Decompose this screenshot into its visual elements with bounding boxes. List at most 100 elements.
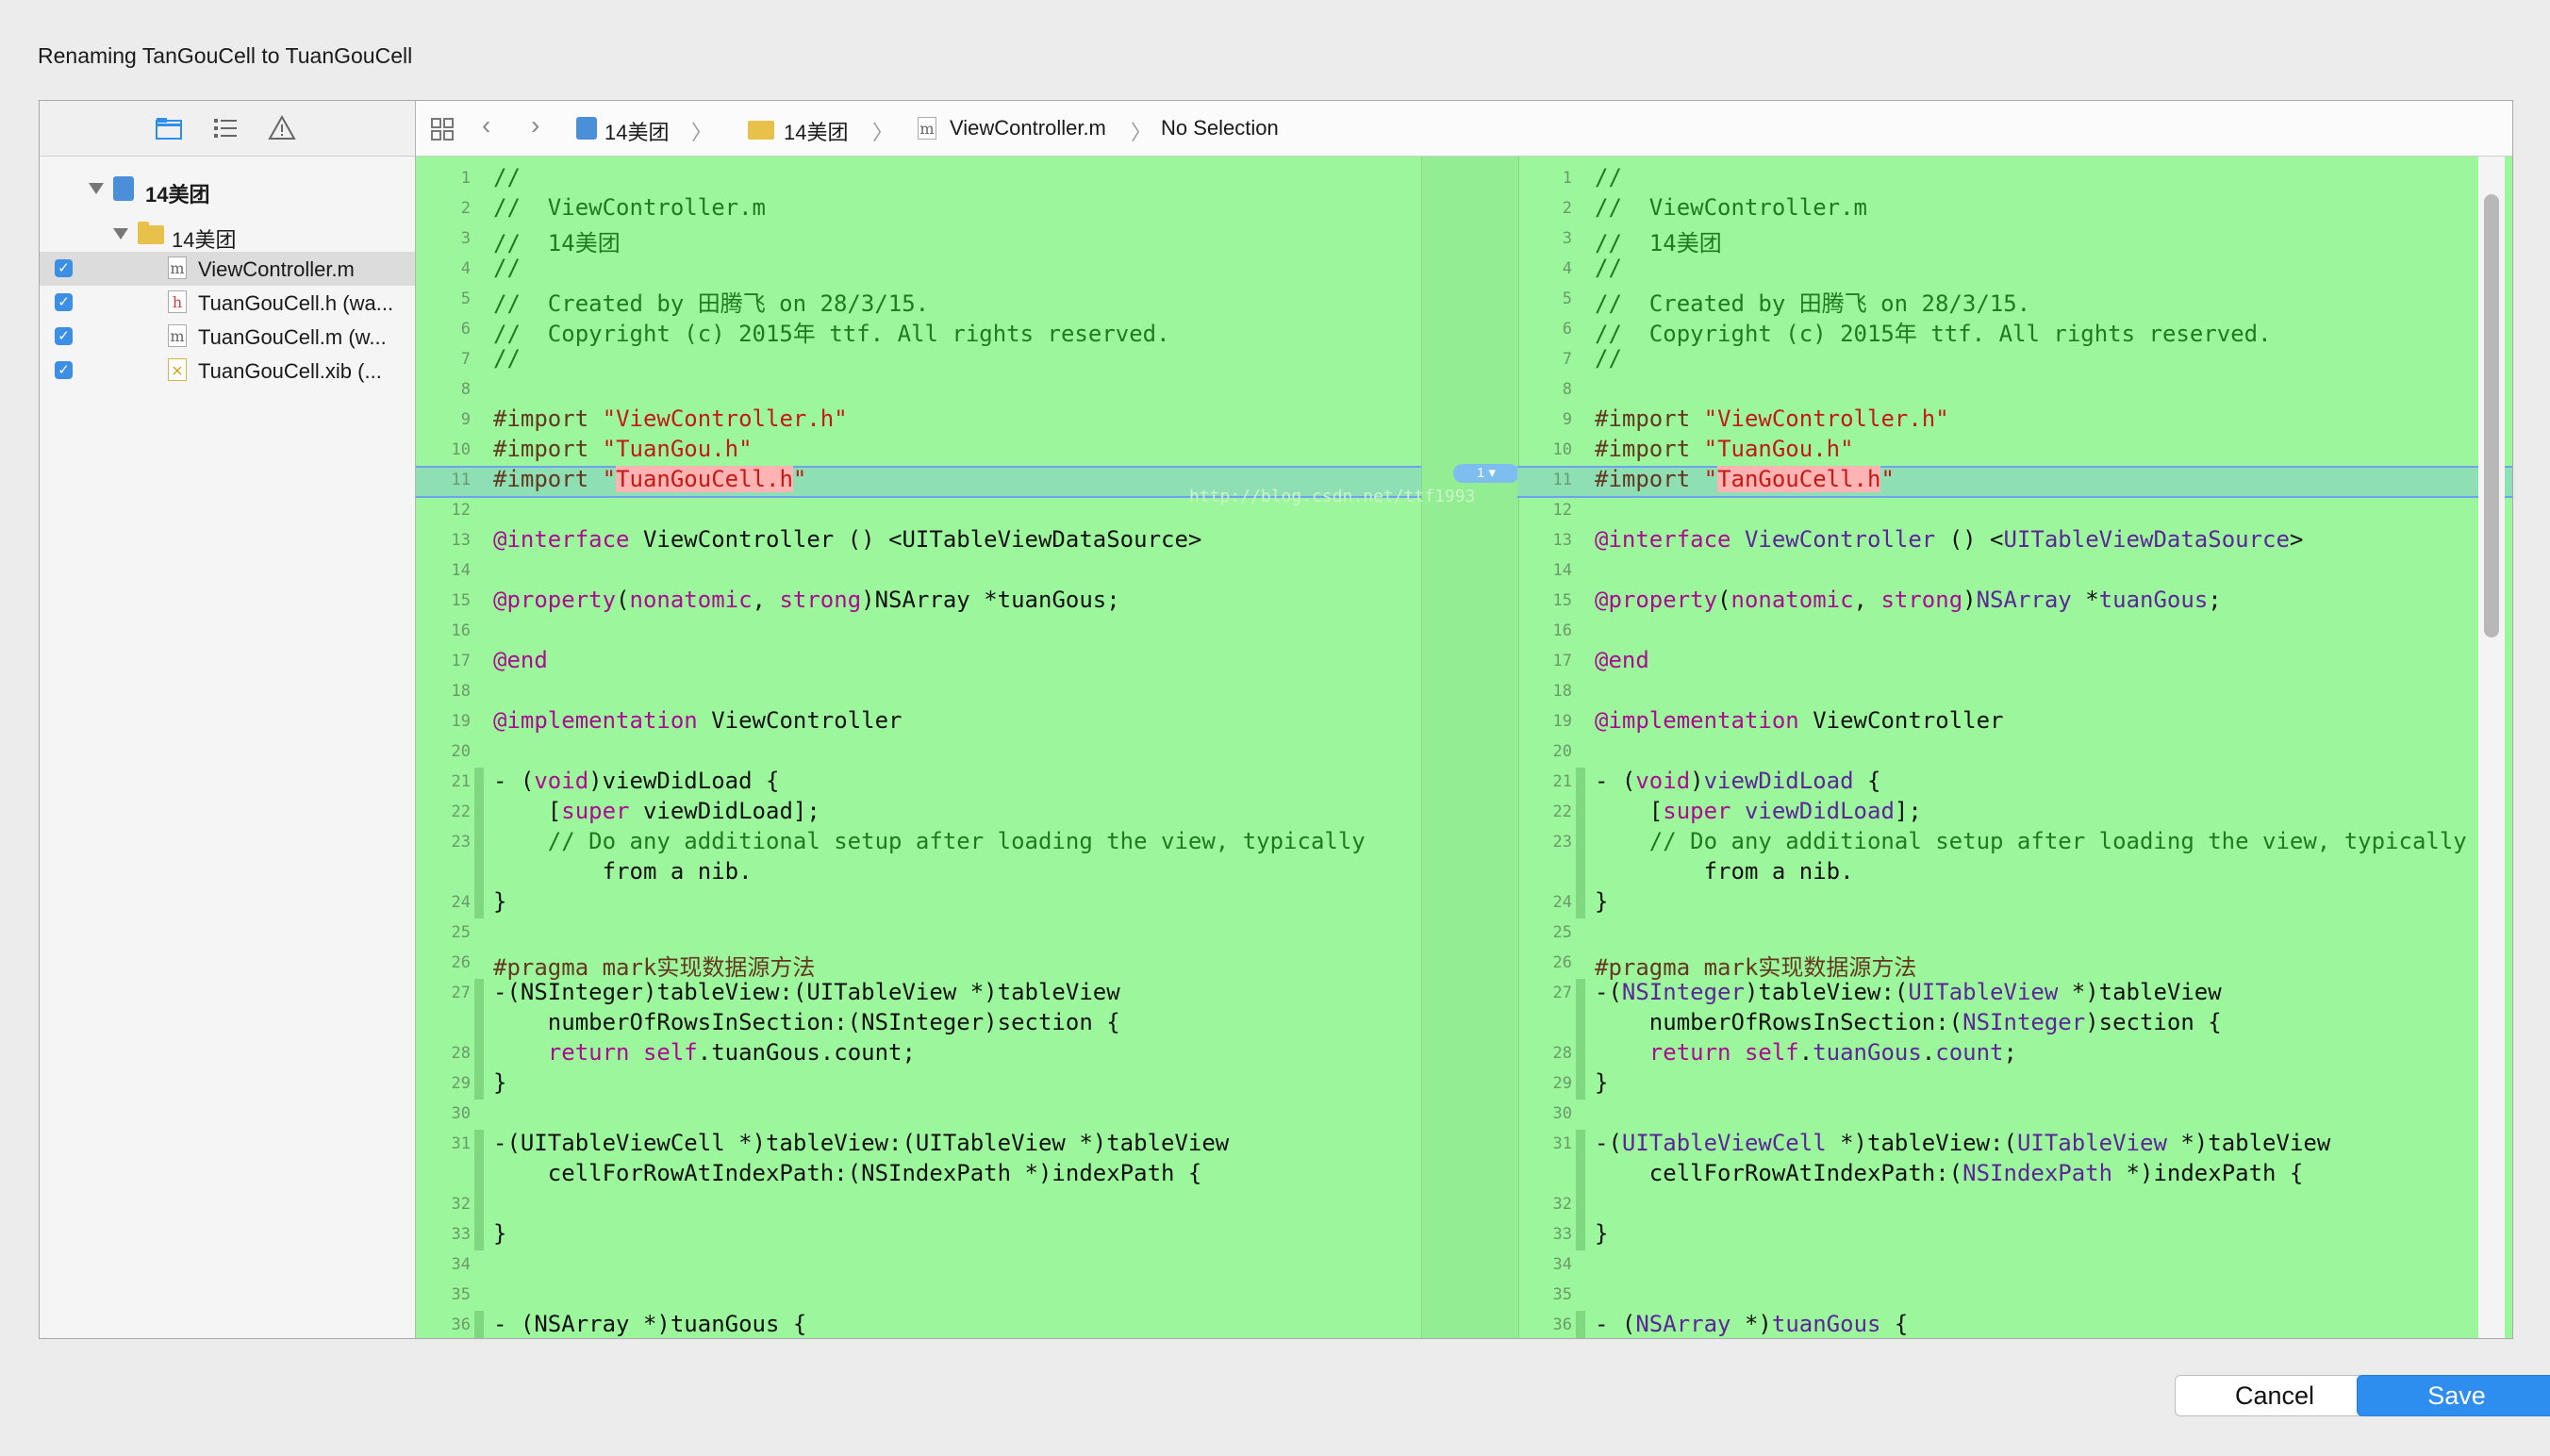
line-number: 16 — [1552, 621, 1572, 640]
scope-bar — [1576, 979, 1585, 1100]
folder-icon — [748, 121, 774, 140]
list-icon[interactable] — [211, 114, 240, 142]
line-number: 29 — [451, 1074, 471, 1093]
code-line: - (NSArray *)tuanGous { — [493, 1311, 807, 1337]
save-button[interactable]: Save — [2357, 1375, 2550, 1416]
line-number: 21 — [451, 772, 471, 791]
line-number: 31 — [1552, 1134, 1572, 1153]
code-line: cellForRowAtIndexPath:(NSIndexPath *)ind… — [1595, 1160, 2304, 1186]
code-line: @end — [493, 647, 548, 673]
folder-icon — [138, 222, 164, 244]
breadcrumb-project[interactable]: 14美团 — [604, 116, 669, 146]
line-number: 34 — [1552, 1255, 1572, 1274]
breadcrumb-group[interactable]: 14美团 — [784, 116, 848, 146]
code-line: [super viewDidLoad]; — [1595, 798, 1922, 824]
breadcrumb-file[interactable]: ViewController.m — [950, 116, 1106, 141]
line-number: 24 — [451, 893, 471, 912]
code-line: // — [493, 164, 521, 190]
vertical-scrollbar[interactable] — [2484, 194, 2499, 637]
code-line: // 14美团 — [1595, 230, 1722, 256]
line-number: 27 — [1552, 984, 1572, 1002]
include-checkbox[interactable]: ✓ — [55, 293, 73, 311]
scope-bar — [474, 768, 484, 918]
watermark-text: http://blog.csdn.net/ttf1993 — [1189, 487, 1476, 506]
line-number: 21 — [1552, 772, 1572, 791]
tree-group-row[interactable]: 14美团 — [40, 218, 415, 252]
code-line: #import "TuanGouCell.h" — [493, 466, 807, 492]
new-version-pane[interactable]: 1 // 2 // ViewController.m 3 // 14美团 4 // 5 // Cr… — [416, 157, 1421, 1338]
jump-bar: ‹ › 14美团 〉 14美团 〉 m ViewController.m 〉 N… — [416, 101, 2512, 157]
line-number: 1 — [460, 169, 471, 188]
line-number: 25 — [451, 923, 471, 942]
breadcrumb-selection[interactable]: No Selection — [1161, 116, 1279, 141]
scope-bar — [474, 1311, 484, 1338]
change-indicator[interactable]: 1 ▾ — [1453, 464, 1519, 483]
code-line: // — [1595, 255, 1622, 281]
code-line: } — [1595, 888, 1609, 915]
line-number: 10 — [451, 440, 471, 459]
line-number: 4 — [1562, 259, 1572, 278]
include-checkbox[interactable]: ✓ — [55, 259, 73, 277]
line-number: 19 — [451, 712, 471, 731]
code-line: // Copyright (c) 2015年 ttf. All rights r… — [1595, 321, 2272, 347]
line-number: 8 — [460, 380, 471, 399]
source-file-icon: m — [168, 256, 187, 279]
line-number: 28 — [451, 1044, 471, 1063]
line-number: 19 — [1552, 712, 1572, 731]
line-number: 27 — [451, 984, 471, 1002]
line-number: 16 — [451, 621, 471, 640]
code-line: - (void)viewDidLoad { — [1595, 768, 1881, 794]
code-line: } — [493, 1069, 507, 1096]
code-line: #import "TuanGou.h" — [493, 436, 753, 462]
code-line: #import "TuanGou.h" — [1595, 436, 1854, 462]
line-number: 25 — [1552, 923, 1572, 942]
tree-project-row[interactable]: 14美团 — [40, 173, 415, 207]
line-number: 17 — [1552, 652, 1572, 670]
code-line: from a nib. — [493, 858, 753, 885]
related-items-icon[interactable] — [429, 116, 455, 142]
code-line: numberOfRowsInSection:(NSInteger)section… — [1595, 1009, 2222, 1035]
line-number: 15 — [451, 591, 471, 610]
line-number: 20 — [451, 742, 471, 761]
line-number: 23 — [451, 833, 471, 852]
warning-icon[interactable] — [268, 114, 296, 142]
scope-bar — [1576, 1311, 1585, 1338]
include-checkbox[interactable]: ✓ — [55, 327, 73, 345]
line-number: 7 — [460, 350, 471, 369]
code-line: // 14美团 — [493, 230, 621, 256]
file-name: TuanGouCell.h (wa... — [198, 291, 394, 315]
xib-file-icon: × — [168, 358, 187, 381]
comparison-editor[interactable]: 1 ▾ 1 // 2 // ViewController.m 3 // 14美团 4 // 5 /… — [416, 157, 2512, 1338]
folder-icon[interactable] — [155, 114, 183, 142]
code-line: return self.tuanGous.count; — [547, 1039, 916, 1066]
tree-file-row[interactable]: ✓ m ViewController.m — [40, 252, 415, 286]
original-version-pane[interactable]: 1 // 2 // ViewController.m 3 // 14美团 4 // 5 // Cr… — [1517, 157, 2512, 1338]
disclosure-triangle-icon[interactable] — [89, 183, 104, 194]
source-file-icon: m — [918, 117, 936, 140]
breadcrumb-separator-icon: 〉 — [691, 121, 713, 144]
change-count: 1 — [1476, 465, 1485, 481]
forward-arrow-icon[interactable]: › — [531, 110, 539, 141]
line-number: 6 — [460, 320, 471, 339]
scope-bar — [1576, 768, 1585, 918]
dialog-title: Renaming TanGouCell to TuanGouCell — [38, 43, 413, 68]
line-number: 9 — [460, 410, 471, 429]
code-line: -(UITableViewCell *)tableView:(UITableVi… — [1595, 1130, 2331, 1156]
code-line: // — [493, 345, 521, 372]
line-number: 32 — [1552, 1195, 1572, 1214]
code-line: // — [493, 255, 521, 281]
code-line: } — [493, 888, 507, 915]
tree-file-row[interactable]: ✓ × TuanGouCell.xib (... — [40, 354, 415, 388]
cancel-button[interactable]: Cancel — [2175, 1375, 2375, 1416]
code-line: } — [1595, 1220, 1609, 1247]
include-checkbox[interactable]: ✓ — [55, 361, 73, 379]
tree-file-row[interactable]: ✓ m TuanGouCell.m (w... — [40, 320, 415, 354]
tree-file-row[interactable]: ✓ h TuanGouCell.h (wa... — [40, 286, 415, 320]
line-number: 15 — [1552, 591, 1572, 610]
line-number: 23 — [1552, 833, 1572, 852]
scope-bar — [474, 979, 484, 1100]
disclosure-triangle-icon[interactable] — [113, 228, 128, 240]
header-file-icon: h — [168, 290, 187, 313]
code-line: #import "TanGouCell.h" — [1595, 466, 1895, 492]
back-arrow-icon[interactable]: ‹ — [482, 110, 490, 141]
